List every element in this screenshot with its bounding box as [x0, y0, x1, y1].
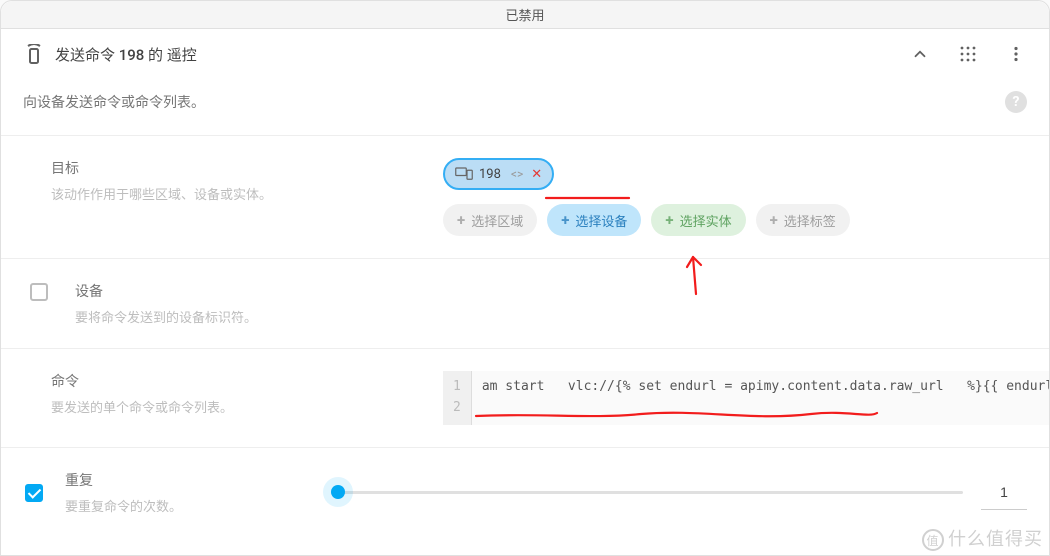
device-sub: 要将命令发送到的设备标识符。: [75, 307, 257, 326]
selected-device-chip[interactable]: 198 <> ✕: [443, 158, 554, 190]
repeat-slider[interactable]: [338, 491, 963, 494]
device-checkbox-col: [23, 281, 55, 326]
command-sub: 要发送的单个命令或命令列表。: [51, 397, 423, 416]
dialog-window: 已禁用 发送命令 198 的 遥控 向设备发送命令或命令列表。 ? 目标 该动作…: [0, 0, 1050, 556]
repeat-slider-row: [338, 474, 1027, 510]
device-section: 设备 要将命令发送到的设备标识符。: [1, 259, 1049, 349]
repeat-section: 重复 要重复命令的次数。: [1, 448, 1049, 537]
target-controls: 198 <> ✕ +选择区域 +选择设备 +选择实体 +选择标签: [443, 158, 1027, 236]
repeat-checkbox-col: [23, 482, 45, 502]
code-body[interactable]: am start vlc://{% set endurl = apimy.con…: [472, 371, 1050, 425]
help-button[interactable]: ?: [1005, 91, 1027, 113]
description-row: 向设备发送命令或命令列表。 ?: [1, 73, 1049, 136]
devices-icon: [455, 167, 473, 181]
collapse-button[interactable]: [909, 43, 931, 65]
device-label: 设备: [75, 281, 257, 301]
add-tag-label: 选择标签: [784, 211, 836, 230]
titlebar: 已禁用: [1, 1, 1049, 29]
add-area-chip[interactable]: +选择区域: [443, 204, 537, 236]
device-labels: 设备 要将命令发送到的设备标识符。: [75, 281, 257, 326]
add-entity-label: 选择实体: [680, 211, 732, 230]
add-device-chip[interactable]: +选择设备: [547, 204, 641, 236]
target-sub: 该动作作用于哪些区域、设备或实体。: [51, 184, 423, 203]
add-tag-chip[interactable]: +选择标签: [756, 204, 850, 236]
card-header: 发送命令 198 的 遥控: [1, 29, 1049, 73]
repeat-checkbox[interactable]: [25, 484, 43, 502]
add-device-label: 选择设备: [575, 211, 627, 230]
line-number-1: 1: [453, 377, 461, 398]
add-entity-chip[interactable]: +选择实体: [651, 204, 745, 236]
target-labels: 目标 该动作作用于哪些区域、设备或实体。: [23, 158, 423, 236]
repeat-sub: 要重复命令的次数。: [65, 496, 318, 515]
repeat-label: 重复: [65, 470, 318, 490]
watermark-text: 什么值得买: [948, 529, 1043, 550]
overflow-menu-button[interactable]: [1005, 43, 1027, 65]
command-code-editor[interactable]: 12 am start vlc://{% set endurl = apimy.…: [443, 371, 1050, 425]
code-gutter: 12: [443, 371, 472, 425]
repeat-value-input[interactable]: [981, 474, 1027, 510]
add-chips-row: +选择区域 +选择设备 +选择实体 +选择标签: [443, 204, 850, 236]
description-text: 向设备发送命令或命令列表。: [23, 92, 1005, 112]
header-actions: [909, 43, 1027, 65]
code-icon: <>: [511, 167, 523, 181]
card-title: 发送命令 198 的 遥控: [55, 44, 909, 65]
command-labels: 命令 要发送的单个命令或命令列表。: [23, 371, 423, 416]
repeat-labels: 重复 要重复命令的次数。: [65, 470, 318, 515]
slider-thumb[interactable]: [331, 485, 345, 499]
target-label: 目标: [51, 158, 423, 178]
window-title: 已禁用: [505, 5, 544, 24]
target-section: 目标 该动作作用于哪些区域、设备或实体。 198 <> ✕ +选择区域 +选择设…: [1, 136, 1049, 259]
remote-icon: [23, 43, 45, 65]
remove-device-button[interactable]: ✕: [531, 167, 542, 182]
add-area-label: 选择区域: [471, 211, 523, 230]
command-section: 命令 要发送的单个命令或命令列表。 12 am start vlc://{% s…: [1, 349, 1049, 448]
device-checkbox[interactable]: [30, 283, 48, 301]
line-number-2: 2: [453, 398, 461, 419]
grid-icon[interactable]: [957, 43, 979, 65]
command-editor-wrap: 12 am start vlc://{% set endurl = apimy.…: [443, 371, 1050, 425]
selected-device-label: 198: [479, 167, 501, 182]
watermark: 值什么值得买: [922, 525, 1043, 551]
command-label: 命令: [51, 371, 423, 391]
